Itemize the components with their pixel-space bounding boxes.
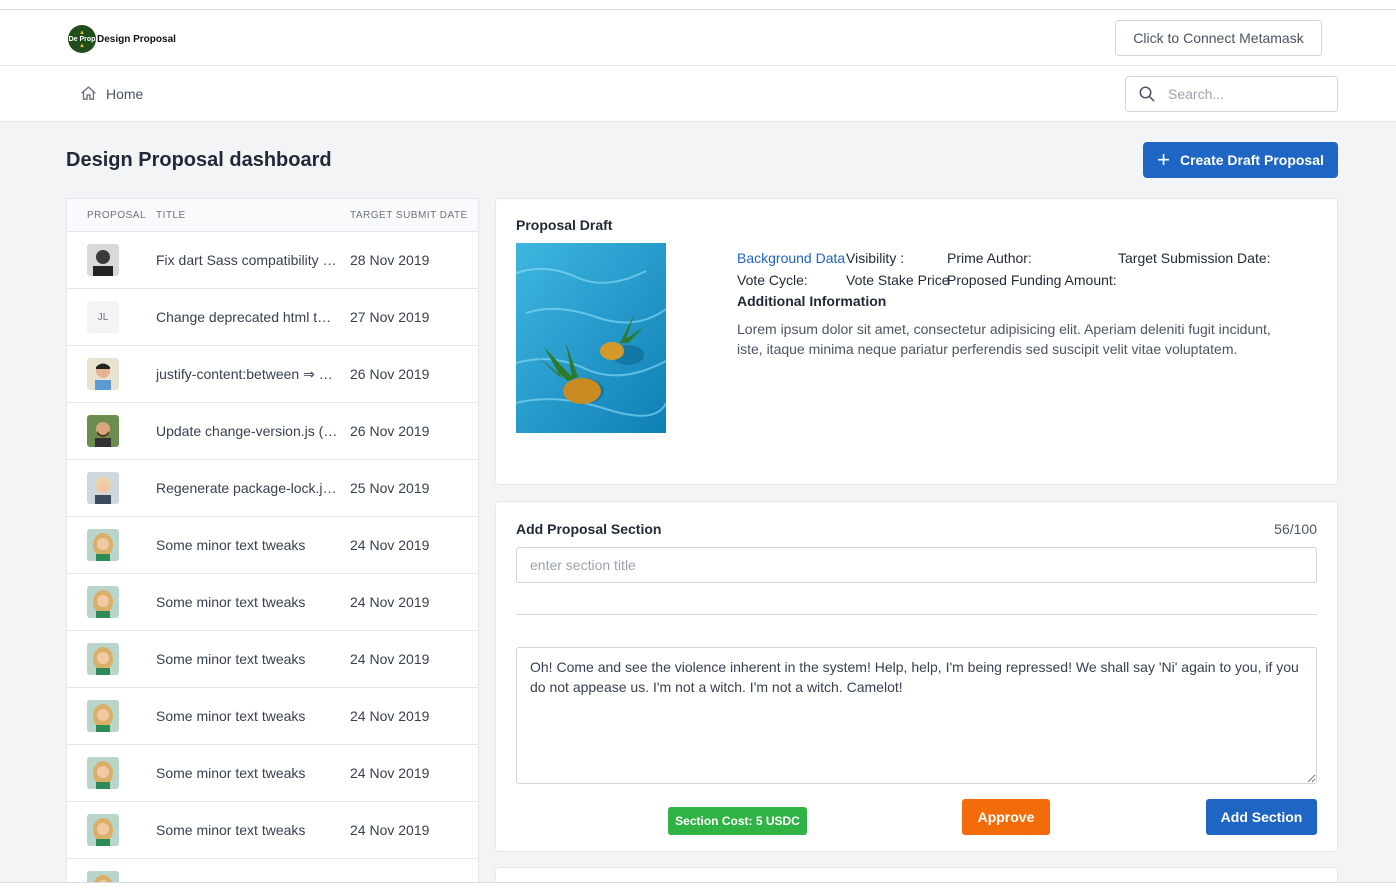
additional-info-heading: Additional Information — [737, 293, 887, 309]
pineapples-in-pool-image — [516, 243, 666, 433]
vote-stake-label: Vote Stake Price — [846, 272, 950, 288]
avatar — [87, 244, 119, 276]
target-date-label: Target Submission Date: — [1118, 250, 1271, 266]
section-body-textarea[interactable]: Oh! Come and see the violence inherent i… — [516, 647, 1317, 784]
top-bar: ▲ De Prop ▲ Design Proposal Click to Con… — [0, 10, 1396, 66]
row-title: Fix dart Sass compatibility (#29755) — [156, 252, 338, 268]
column-header-title[interactable]: TITLE — [156, 210, 186, 221]
table-row[interactable]: Some minor text tweaks 24 Nov 2019 — [67, 574, 478, 631]
proposal-draft-card: Proposal Draft Background Data Visibilit… — [495, 198, 1338, 485]
logo-text: Design Proposal — [97, 33, 176, 45]
avatar — [87, 358, 119, 390]
add-section-button[interactable]: Add Section — [1206, 799, 1317, 835]
row-date: 25 Nov 2019 — [350, 480, 430, 496]
connect-metamask-button[interactable]: Click to Connect Metamask — [1115, 20, 1322, 56]
search-input[interactable] — [1168, 86, 1328, 102]
row-date: 24 Nov 2019 — [350, 537, 430, 553]
avatar — [87, 757, 119, 789]
row-date: 27 Nov 2019 — [350, 309, 430, 325]
section-cost-badge: Section Cost: 5 USDC — [668, 807, 807, 835]
row-title: Some minor text tweaks — [156, 765, 306, 781]
crown-icon: ▲ — [79, 42, 85, 49]
section-title-input[interactable] — [516, 547, 1317, 583]
approve-button[interactable]: Approve — [962, 799, 1050, 835]
table-row[interactable]: Some minor text tweaks 24 Nov 2019 — [67, 802, 478, 859]
search-box[interactable] — [1125, 76, 1338, 112]
row-date: 28 Nov 2019 — [350, 252, 430, 268]
row-title: Some minor text tweaks — [156, 537, 306, 553]
funding-label: Proposed Funding Amount: — [947, 272, 1117, 288]
table-row[interactable]: justify-content:between ⇒ space-between 2… — [67, 346, 478, 403]
home-link[interactable]: Home — [80, 85, 143, 102]
prime-author-label: Prime Author: — [947, 250, 1032, 266]
row-date: 24 Nov 2019 — [350, 765, 430, 781]
row-title: Update change-version.js (#29736) — [156, 423, 338, 439]
create-draft-label: Create Draft Proposal — [1179, 152, 1324, 168]
draft-description: Lorem ipsum dolor sit amet, consectetur … — [737, 321, 1271, 357]
avatar — [87, 586, 119, 618]
character-counter: 56/100 — [1274, 521, 1317, 537]
row-title: Some minor text tweaks — [156, 822, 306, 838]
table-row[interactable]: Some minor text tweaks 24 Nov 2019 — [67, 631, 478, 688]
search-icon — [1139, 86, 1155, 102]
avatar — [87, 415, 119, 447]
row-date: 24 Nov 2019 — [350, 594, 430, 610]
row-date: 24 Nov 2019 — [350, 822, 430, 838]
avatar-initials: JL — [87, 301, 119, 333]
divider — [516, 614, 1317, 615]
table-row[interactable]: Regenerate package-lock.json 25 Nov 2019 — [67, 460, 478, 517]
draft-card-title: Proposal Draft — [516, 217, 613, 233]
avatar — [87, 643, 119, 675]
avatar — [87, 472, 119, 504]
avatar — [87, 700, 119, 732]
row-title: Change deprecated html tags — [156, 309, 338, 325]
row-title: Regenerate package-lock.json — [156, 480, 338, 496]
bottom-border — [0, 882, 1396, 889]
proposal-list: PROPOSAL TITLE TARGET SUBMIT DATE Fix da… — [66, 198, 479, 889]
row-title: Some minor text tweaks — [156, 708, 306, 724]
table-row[interactable]: Some minor text tweaks 24 Nov 2019 — [67, 745, 478, 802]
home-icon — [81, 86, 96, 100]
create-draft-proposal-button[interactable]: + Create Draft Proposal — [1143, 142, 1338, 178]
logo-badge-icon: ▲ De Prop ▲ — [68, 25, 96, 53]
add-section-title: Add Proposal Section — [516, 521, 662, 537]
avatar — [87, 529, 119, 561]
nav-bar: Home — [0, 66, 1396, 122]
row-title: justify-content:between ⇒ space-between — [156, 366, 338, 382]
table-row[interactable]: JL Change deprecated html tags 27 Nov 2019 — [67, 289, 478, 346]
table-row[interactable]: Some minor text tweaks 24 Nov 2019 — [67, 517, 478, 574]
table-header: PROPOSAL TITLE TARGET SUBMIT DATE — [67, 199, 478, 232]
row-date: 26 Nov 2019 — [350, 366, 430, 382]
row-date: 26 Nov 2019 — [350, 423, 430, 439]
row-title: Some minor text tweaks — [156, 651, 306, 667]
row-title: Some minor text tweaks — [156, 594, 306, 610]
table-row[interactable]: Fix dart Sass compatibility (#29755) 28 N… — [67, 232, 478, 289]
add-section-card: Add Proposal Section 56/100 Oh! Come and… — [495, 501, 1338, 852]
table-row[interactable]: Update change-version.js (#29736) 26 Nov … — [67, 403, 478, 460]
row-date: 24 Nov 2019 — [350, 651, 430, 667]
vote-cycle-label: Vote Cycle: — [737, 272, 808, 288]
avatar — [87, 814, 119, 846]
brand-logo[interactable]: ▲ De Prop ▲ Design Proposal — [68, 25, 176, 53]
plus-icon: + — [1157, 147, 1170, 172]
top-border — [0, 0, 1396, 10]
logo-badge-text: De Prop — [68, 35, 96, 43]
page-title: Design Proposal dashboard — [66, 149, 332, 171]
table-row[interactable]: Some minor text tweaks 24 Nov 2019 — [67, 688, 478, 745]
column-header-proposal[interactable]: PROPOSAL — [87, 210, 146, 221]
row-date: 24 Nov 2019 — [350, 708, 430, 724]
visibility-label: Visibility : — [846, 250, 905, 266]
table-body: Fix dart Sass compatibility (#29755) 28 N… — [67, 232, 478, 888]
column-header-date[interactable]: TARGET SUBMIT DATE — [350, 210, 468, 221]
home-label: Home — [106, 85, 144, 102]
background-data-link[interactable]: Background Data — [737, 250, 845, 266]
